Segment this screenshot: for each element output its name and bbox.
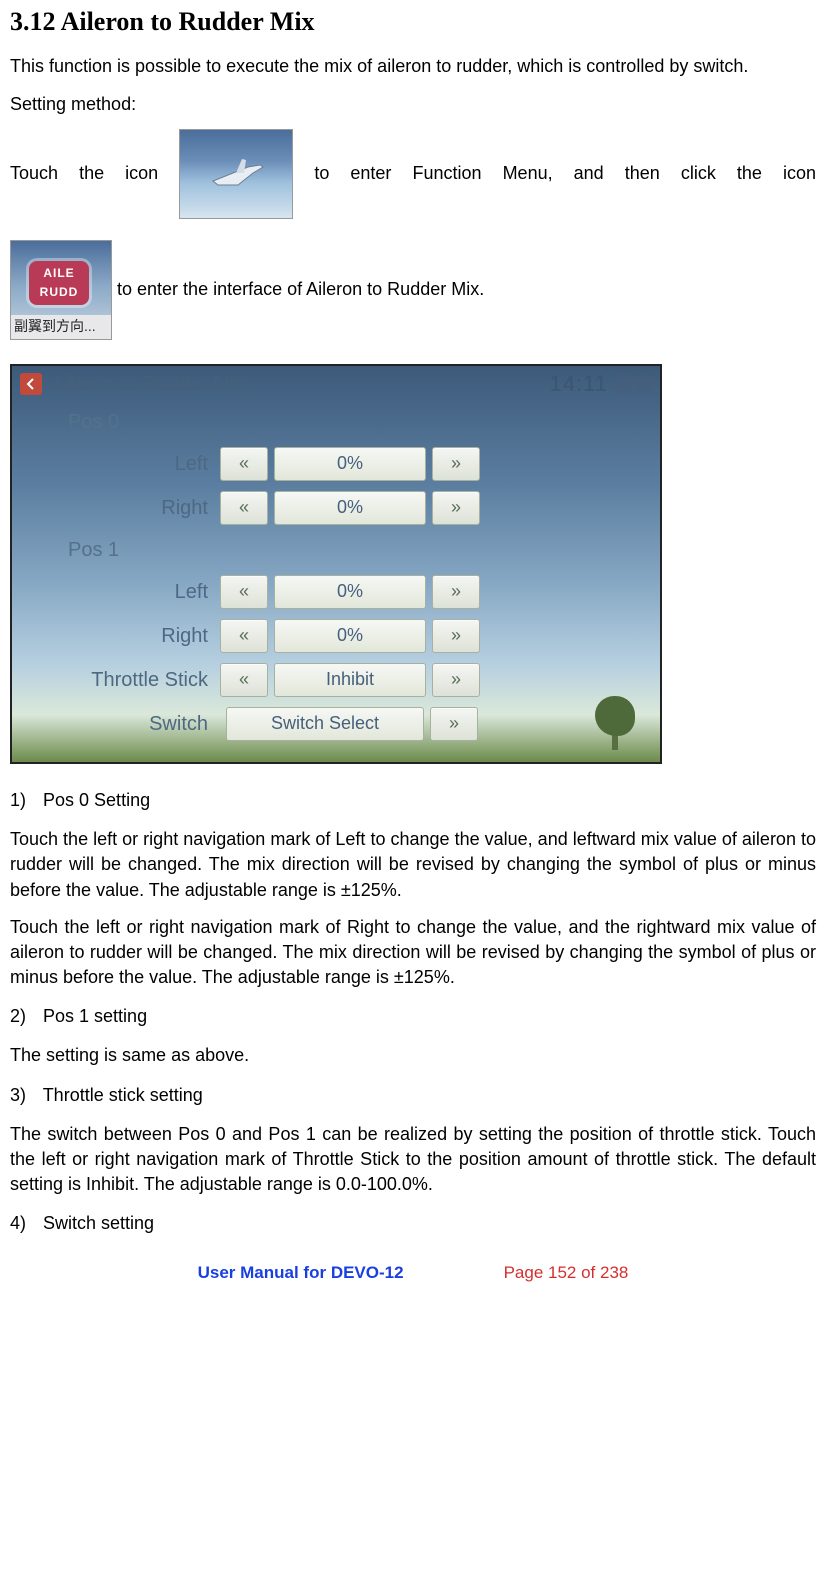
icon-line-1: Touch the icon to enter Function Menu, a… bbox=[10, 129, 816, 244]
back-icon[interactable] bbox=[20, 373, 42, 395]
pos1-left-value: 0% bbox=[274, 575, 426, 609]
pos1-right-row: Right « 0% » bbox=[12, 614, 660, 658]
pos0-left-value: 0% bbox=[274, 447, 426, 481]
screen-title: Aileron to Rudder Mix bbox=[52, 370, 550, 398]
pos0-right-inc[interactable]: » bbox=[432, 491, 480, 525]
step-4: 4) Switch setting bbox=[10, 1211, 816, 1236]
step-1: 1) Pos 0 Setting bbox=[10, 788, 816, 813]
pos1-right-value: 0% bbox=[274, 619, 426, 653]
switch-row: Switch Switch Select » bbox=[12, 702, 660, 746]
status-icons bbox=[616, 375, 652, 393]
step-2-num: 2) bbox=[10, 1004, 38, 1029]
step-2-title: Pos 1 setting bbox=[43, 1006, 147, 1026]
pos1-right-dec[interactable]: « bbox=[220, 619, 268, 653]
device-screenshot: Aileron to Rudder Mix 14:11 Pos 0 Left «… bbox=[10, 364, 662, 764]
section-heading: 3.12 Aileron to Rudder Mix bbox=[10, 4, 816, 40]
page-footer: User Manual for DEVO-12 Page 152 of 238 bbox=[10, 1261, 816, 1285]
pos1-right-label: Right bbox=[12, 622, 220, 650]
step-1-p2: Touch the left or right navigation mark … bbox=[10, 915, 816, 991]
step-3-num: 3) bbox=[10, 1083, 38, 1108]
throttle-row: Throttle Stick « Inhibit » bbox=[12, 658, 660, 702]
step-1-title: Pos 0 Setting bbox=[43, 790, 150, 810]
pos0-left-row: Left « 0% » bbox=[12, 442, 660, 486]
pos0-left-inc[interactable]: » bbox=[432, 447, 480, 481]
aile-rudd-icon: 副翼到方向... bbox=[10, 240, 112, 340]
icon-line-2: 副翼到方向... to enter the interface of Ailer… bbox=[10, 240, 816, 340]
pos1-left-inc[interactable]: » bbox=[432, 575, 480, 609]
pos0-right-value: 0% bbox=[274, 491, 426, 525]
footer-page: Page 152 of 238 bbox=[504, 1261, 629, 1285]
line1a-text: Touch the icon bbox=[10, 163, 179, 183]
pos1-left-label: Left bbox=[12, 578, 220, 606]
function-menu-icon bbox=[179, 129, 293, 219]
line1b-text: to enter Function Menu, and then click t… bbox=[314, 163, 816, 183]
aile-rudd-caption: 副翼到方向... bbox=[11, 315, 111, 339]
tree-decoration bbox=[590, 690, 640, 750]
pos0-left-label: Left bbox=[12, 450, 220, 478]
pos0-right-label: Right bbox=[12, 494, 220, 522]
switch-label: Switch bbox=[12, 710, 220, 738]
pos1-label: Pos 1 bbox=[12, 530, 660, 570]
step-3-p1: The switch between Pos 0 and Pos 1 can b… bbox=[10, 1122, 816, 1198]
throttle-inc[interactable]: » bbox=[432, 663, 480, 697]
step-4-title: Switch setting bbox=[43, 1213, 154, 1233]
throttle-dec[interactable]: « bbox=[220, 663, 268, 697]
footer-manual: User Manual for DEVO-12 bbox=[198, 1261, 404, 1285]
throttle-value: Inhibit bbox=[274, 663, 426, 697]
step-4-num: 4) bbox=[10, 1211, 38, 1236]
step-3-title: Throttle stick setting bbox=[43, 1085, 203, 1105]
clock-text: 14:11 bbox=[550, 369, 608, 400]
line2b-text: to enter the interface of Aileron to Rud… bbox=[117, 279, 484, 299]
step-3: 3) Throttle stick setting bbox=[10, 1083, 816, 1108]
switch-open[interactable]: » bbox=[430, 707, 478, 741]
pos0-right-dec[interactable]: « bbox=[220, 491, 268, 525]
pos1-left-dec[interactable]: « bbox=[220, 575, 268, 609]
switch-value[interactable]: Switch Select bbox=[226, 707, 424, 741]
pos1-right-inc[interactable]: » bbox=[432, 619, 480, 653]
pos0-left-dec[interactable]: « bbox=[220, 447, 268, 481]
pos0-right-row: Right « 0% » bbox=[12, 486, 660, 530]
setting-method-label: Setting method: bbox=[10, 92, 816, 117]
step-2-p1: The setting is same as above. bbox=[10, 1043, 816, 1068]
pos1-left-row: Left « 0% » bbox=[12, 570, 660, 614]
throttle-label: Throttle Stick bbox=[12, 666, 220, 694]
step-1-num: 1) bbox=[10, 788, 38, 813]
step-2: 2) Pos 1 setting bbox=[10, 1004, 816, 1029]
step-1-p1: Touch the left or right navigation mark … bbox=[10, 827, 816, 903]
intro-text: This function is possible to execute the… bbox=[10, 54, 816, 79]
pos0-label: Pos 0 bbox=[12, 402, 660, 442]
